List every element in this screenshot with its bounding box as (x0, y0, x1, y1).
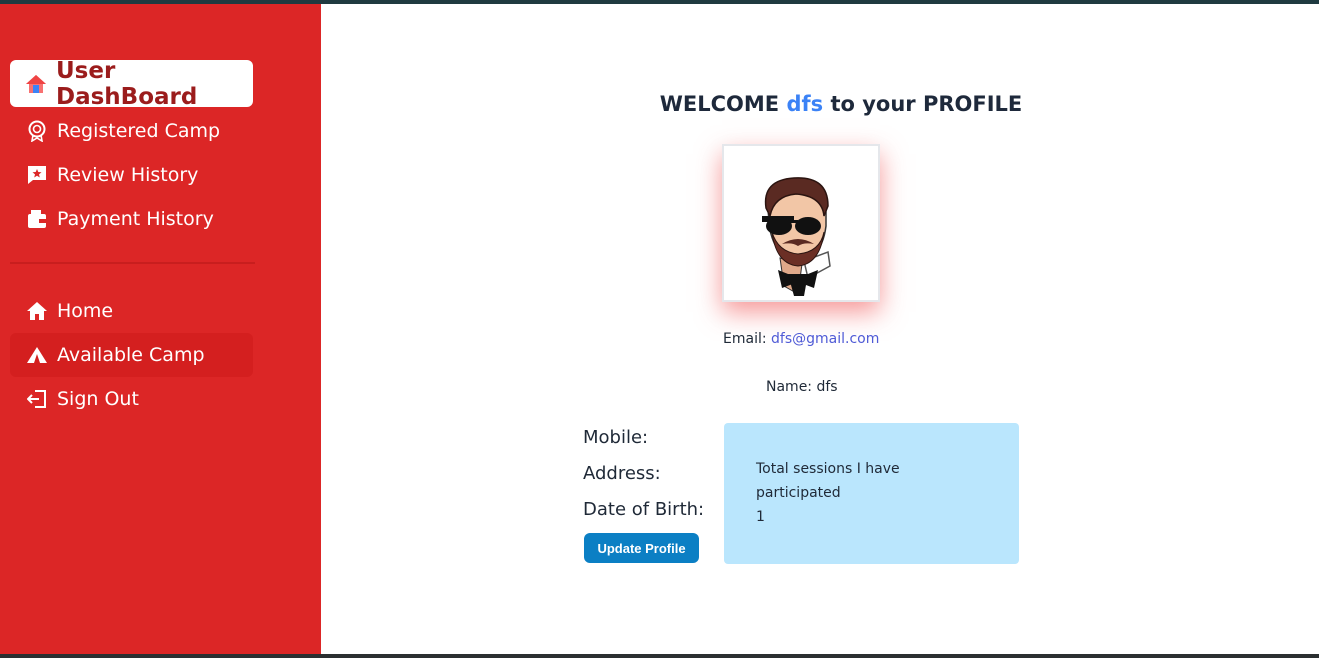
welcome-suffix: to your PROFILE (830, 92, 1023, 116)
sign-out-icon (25, 388, 48, 411)
sidebar-divider (10, 262, 255, 264)
profile-main: WELCOME dfs to your PROFILE Email: dfs@g… (321, 4, 1319, 654)
window-bottom-strip (0, 654, 1319, 658)
welcome-prefix: WELCOME (659, 92, 780, 116)
tent-icon (25, 344, 48, 367)
name-value: dfs (816, 379, 838, 395)
badge-icon (25, 120, 48, 143)
sidebar-item-label: Available Camp (57, 344, 205, 366)
name-row: Name: dfs (766, 379, 838, 395)
avatar (722, 144, 880, 302)
sidebar-item-label: Sign Out (57, 388, 139, 410)
sessions-card: Total sessions I have participated 1 (724, 423, 1019, 564)
sidebar-item-label: Payment History (57, 208, 214, 230)
sessions-label: Total sessions I have participated (756, 461, 900, 501)
avatar-illustration (762, 177, 831, 296)
home-colored-icon (25, 72, 47, 95)
dob-label: Date of Birth: (583, 499, 705, 520)
sessions-count: 1 (756, 509, 765, 525)
sidebar-item-label: User DashBoard (56, 57, 198, 110)
sidebar-item-available-camp[interactable]: Available Camp (10, 333, 253, 377)
sidebar-item-payment-history[interactable]: Payment History (10, 197, 253, 241)
home-icon (25, 300, 48, 323)
wallet-icon (25, 208, 48, 231)
name-label: Name: (766, 379, 813, 395)
review-icon (25, 164, 48, 187)
update-profile-button[interactable]: Update Profile (584, 533, 699, 563)
sidebar: User DashBoard Registered Camp Review Hi… (0, 4, 321, 654)
sidebar-item-user-dashboard[interactable]: User DashBoard (10, 57, 253, 110)
sidebar-item-home[interactable]: Home (10, 289, 253, 333)
mobile-label: Mobile: (583, 427, 649, 448)
email-value[interactable]: dfs@gmail.com (771, 331, 879, 347)
email-row: Email: dfs@gmail.com (723, 331, 879, 347)
sidebar-item-label: Home (57, 300, 114, 322)
sidebar-item-label: Review History (57, 164, 199, 186)
address-label: Address: (583, 463, 661, 484)
welcome-heading: WELCOME dfs to your PROFILE (561, 92, 1121, 116)
sidebar-item-review-history[interactable]: Review History (10, 153, 253, 197)
sidebar-item-sign-out[interactable]: Sign Out (10, 377, 253, 421)
welcome-user-name: dfs (786, 92, 824, 116)
email-label: Email: (723, 331, 767, 347)
sidebar-item-registered-camp[interactable]: Registered Camp (10, 109, 253, 153)
sidebar-item-label: Registered Camp (57, 120, 221, 142)
